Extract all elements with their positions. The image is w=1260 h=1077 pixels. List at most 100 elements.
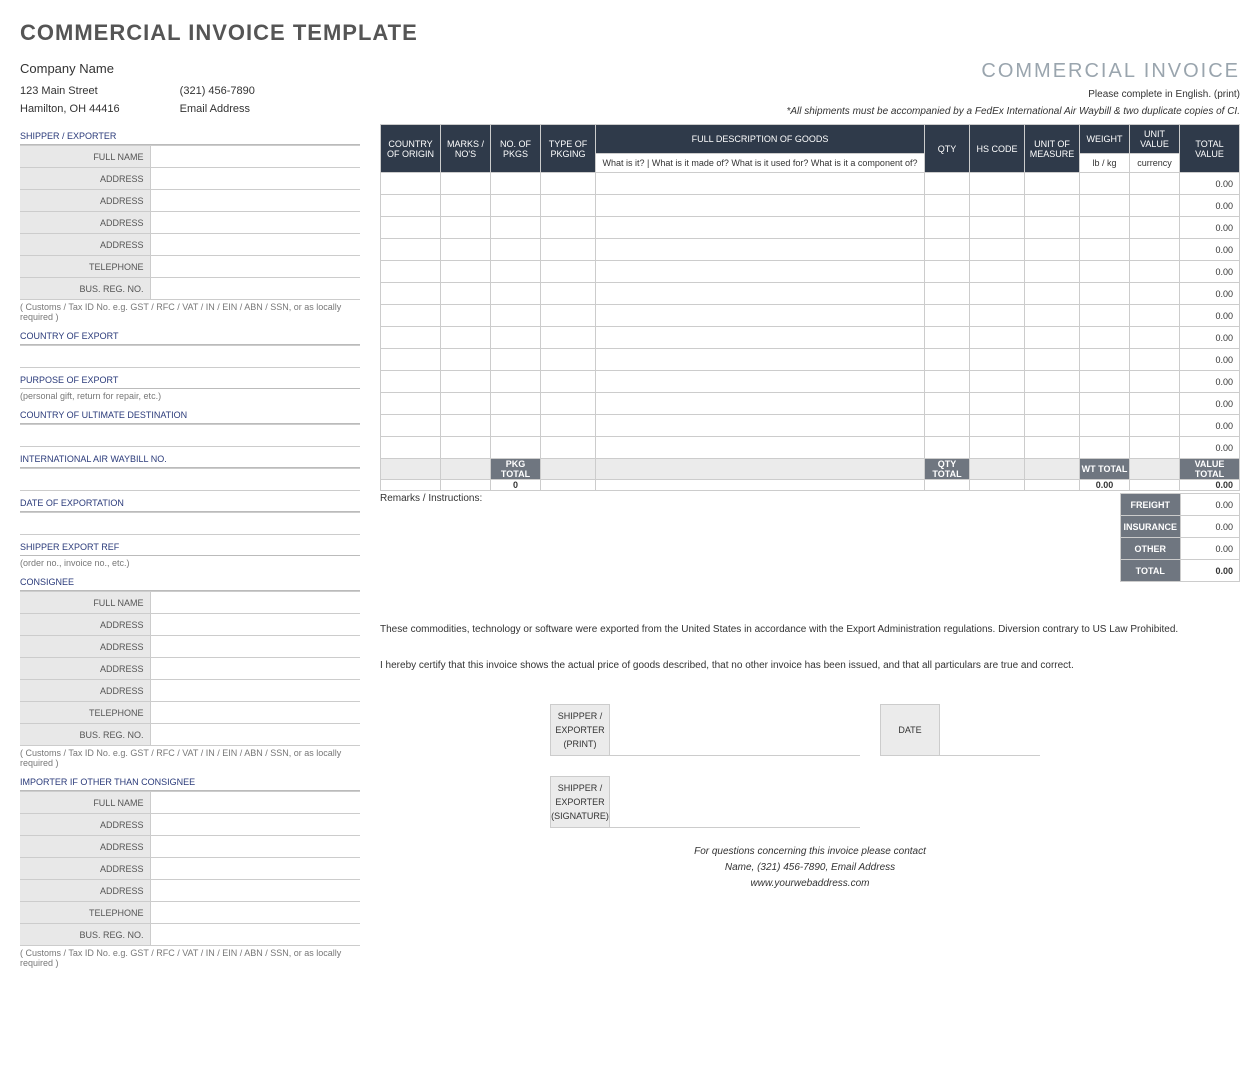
goods-cell[interactable] [1080, 415, 1130, 437]
goods-cell[interactable] [541, 371, 596, 393]
goods-cell[interactable] [1025, 261, 1080, 283]
goods-cell[interactable] [596, 371, 925, 393]
goods-cell[interactable] [491, 415, 541, 437]
goods-cell[interactable] [441, 415, 491, 437]
goods-cell[interactable] [491, 217, 541, 239]
field-input[interactable] [150, 880, 360, 902]
field-input[interactable] [150, 836, 360, 858]
goods-cell[interactable] [541, 239, 596, 261]
goods-cell[interactable] [925, 217, 970, 239]
goods-cell[interactable] [1130, 415, 1180, 437]
goods-cell[interactable] [1080, 327, 1130, 349]
goods-cell[interactable] [970, 305, 1025, 327]
goods-cell[interactable] [491, 349, 541, 371]
goods-cell[interactable] [1130, 283, 1180, 305]
goods-cell[interactable] [491, 261, 541, 283]
goods-cell[interactable] [491, 173, 541, 195]
goods-cell[interactable] [970, 239, 1025, 261]
field-input[interactable] [150, 234, 360, 256]
field-input[interactable] [150, 658, 360, 680]
goods-cell[interactable] [381, 217, 441, 239]
goods-cell[interactable] [970, 371, 1025, 393]
goods-cell[interactable] [441, 305, 491, 327]
goods-cell[interactable] [491, 305, 541, 327]
goods-cell[interactable] [381, 393, 441, 415]
goods-cell[interactable] [541, 305, 596, 327]
field-input[interactable] [150, 724, 360, 746]
goods-cell[interactable] [441, 349, 491, 371]
goods-cell[interactable] [925, 261, 970, 283]
field-input[interactable] [150, 256, 360, 278]
goods-cell[interactable] [541, 393, 596, 415]
goods-cell[interactable] [596, 195, 925, 217]
goods-cell[interactable] [381, 371, 441, 393]
goods-cell[interactable] [441, 437, 491, 459]
goods-cell[interactable] [596, 415, 925, 437]
goods-cell[interactable] [925, 195, 970, 217]
goods-cell[interactable] [1130, 173, 1180, 195]
goods-cell[interactable] [441, 217, 491, 239]
goods-cell[interactable] [596, 393, 925, 415]
field-input[interactable] [150, 792, 360, 814]
field-input[interactable] [150, 190, 360, 212]
goods-cell[interactable] [1130, 305, 1180, 327]
goods-cell[interactable] [1025, 173, 1080, 195]
field-input[interactable] [150, 814, 360, 836]
goods-cell[interactable] [541, 327, 596, 349]
goods-cell[interactable] [1025, 195, 1080, 217]
goods-cell[interactable] [970, 415, 1025, 437]
goods-cell[interactable] [1025, 437, 1080, 459]
goods-cell[interactable] [441, 283, 491, 305]
field-input[interactable] [150, 680, 360, 702]
field-input[interactable] [150, 858, 360, 880]
goods-cell[interactable] [381, 283, 441, 305]
goods-cell[interactable] [381, 195, 441, 217]
goods-cell[interactable] [596, 283, 925, 305]
goods-cell[interactable] [441, 261, 491, 283]
goods-cell[interactable] [1080, 305, 1130, 327]
goods-cell[interactable] [596, 173, 925, 195]
goods-cell[interactable] [1025, 327, 1080, 349]
goods-cell[interactable] [1080, 195, 1130, 217]
goods-cell[interactable] [596, 217, 925, 239]
waybill-input[interactable] [20, 469, 360, 491]
goods-cell[interactable] [381, 173, 441, 195]
goods-cell[interactable] [541, 173, 596, 195]
goods-cell[interactable] [541, 283, 596, 305]
goods-cell[interactable] [596, 349, 925, 371]
goods-cell[interactable] [1080, 393, 1130, 415]
signature-print-line[interactable] [610, 704, 860, 756]
goods-cell[interactable] [1130, 349, 1180, 371]
goods-cell[interactable] [596, 327, 925, 349]
goods-cell[interactable] [1130, 239, 1180, 261]
goods-cell[interactable] [1025, 283, 1080, 305]
goods-cell[interactable] [925, 173, 970, 195]
goods-cell[interactable] [925, 349, 970, 371]
field-input[interactable] [150, 168, 360, 190]
goods-cell[interactable] [1025, 305, 1080, 327]
field-input[interactable] [150, 902, 360, 924]
goods-cell[interactable] [1130, 195, 1180, 217]
goods-cell[interactable] [381, 349, 441, 371]
goods-cell[interactable] [381, 415, 441, 437]
goods-cell[interactable] [1025, 415, 1080, 437]
goods-cell[interactable] [1080, 283, 1130, 305]
goods-cell[interactable] [970, 437, 1025, 459]
goods-cell[interactable] [541, 437, 596, 459]
field-input[interactable] [150, 614, 360, 636]
goods-cell[interactable] [970, 393, 1025, 415]
goods-cell[interactable] [1130, 327, 1180, 349]
goods-cell[interactable] [925, 283, 970, 305]
goods-cell[interactable] [441, 327, 491, 349]
goods-cell[interactable] [381, 437, 441, 459]
goods-cell[interactable] [596, 261, 925, 283]
goods-cell[interactable] [970, 349, 1025, 371]
field-input[interactable] [150, 278, 360, 300]
field-input[interactable] [150, 924, 360, 946]
goods-cell[interactable] [491, 327, 541, 349]
goods-cell[interactable] [1080, 173, 1130, 195]
goods-cell[interactable] [925, 371, 970, 393]
goods-cell[interactable] [491, 283, 541, 305]
goods-cell[interactable] [925, 305, 970, 327]
goods-cell[interactable] [925, 437, 970, 459]
